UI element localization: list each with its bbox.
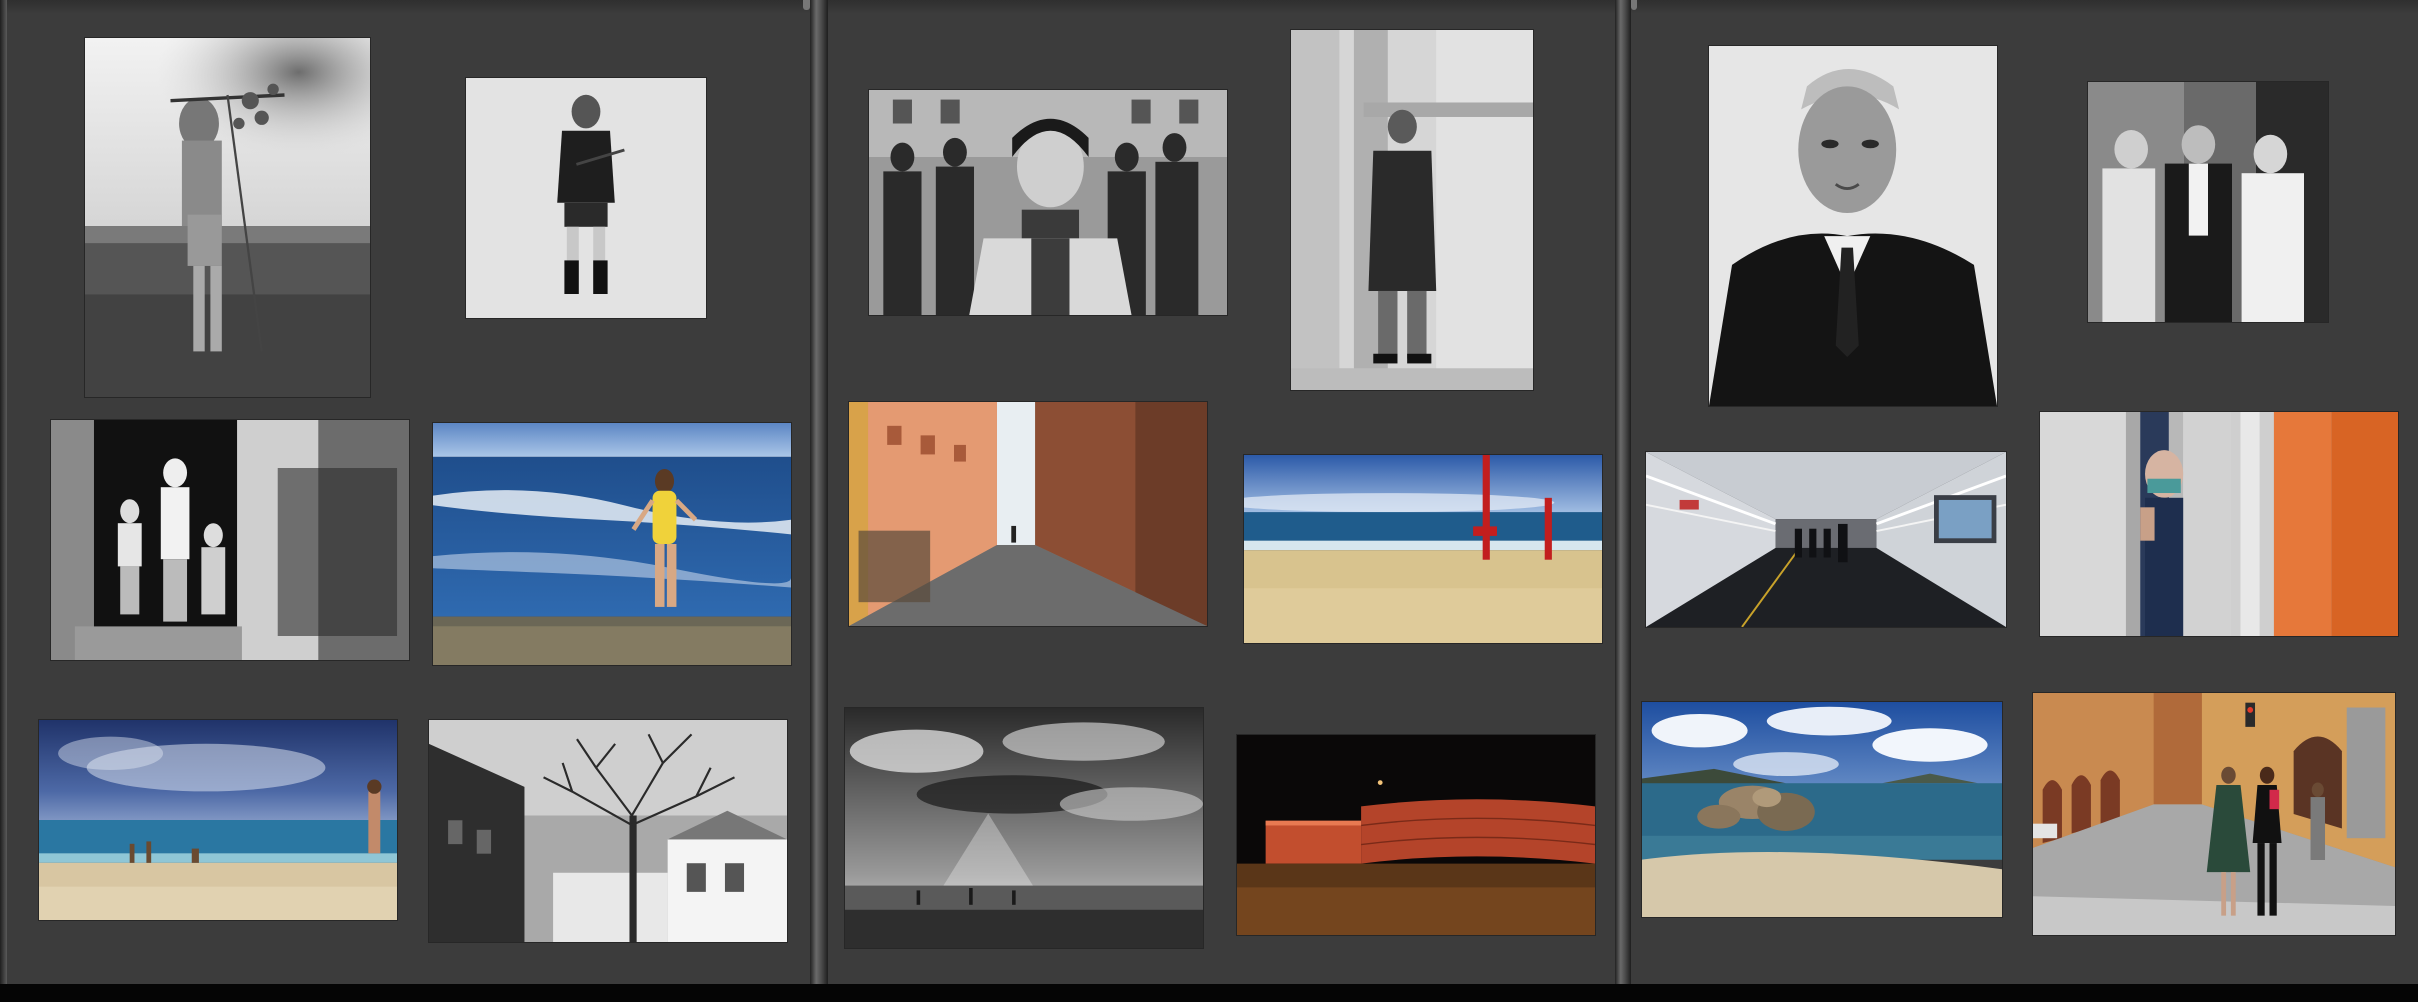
photo-three-elderly-men xyxy=(2088,82,2328,322)
photo-boy-against-column xyxy=(1291,30,1533,390)
photo-man-behind-door xyxy=(2040,412,2398,636)
panel-divider-1[interactable] xyxy=(810,0,828,984)
photo-thumbnail-bare-tree-and-houses[interactable] xyxy=(429,720,787,942)
photo-thumbnail-arcade-street-walkers[interactable] xyxy=(2033,693,2395,935)
photo-thumbnail-rocks-by-the-sea[interactable] xyxy=(1642,702,2002,917)
photo-thumbnail-boy-in-jacket[interactable] xyxy=(466,78,706,318)
photo-child-with-branch xyxy=(85,38,370,397)
photo-thumbnail-children-in-doorway[interactable] xyxy=(51,420,409,660)
photo-thumbnail-beach-under-clouds[interactable] xyxy=(39,720,397,920)
photo-girl-at-sea xyxy=(433,423,791,665)
photo-thumbnail-pedestrian-tunnel[interactable] xyxy=(1646,452,2006,627)
gallery-window xyxy=(0,0,2418,1002)
photo-arcade-street-walkers xyxy=(2033,693,2395,935)
photo-children-in-doorway xyxy=(51,420,409,660)
photo-thumbnail-child-with-branch[interactable] xyxy=(85,38,370,397)
photo-thumbnail-narrow-street[interactable] xyxy=(849,402,1207,626)
photo-youth-group-portrait xyxy=(869,90,1227,315)
photo-thumbnail-stormy-sky-over-sea[interactable] xyxy=(845,708,1203,948)
photo-narrow-street xyxy=(849,402,1207,626)
bottom-bar xyxy=(0,984,2418,1002)
photo-thumbnail-red-poles-on-beach[interactable] xyxy=(1244,455,1602,643)
photo-stormy-sky-over-sea xyxy=(845,708,1203,948)
photo-thumbnail-girl-at-sea[interactable] xyxy=(433,423,791,665)
photo-thumbnail-man-behind-door[interactable] xyxy=(2040,412,2398,636)
gallery-panel-1 xyxy=(7,0,810,984)
photo-brick-wall-at-night xyxy=(1237,735,1595,935)
photo-thumbnail-old-man-portrait[interactable] xyxy=(1709,46,1997,406)
left-edge xyxy=(0,0,7,984)
panel-divider-2[interactable] xyxy=(1615,0,1631,984)
photo-boy-in-jacket xyxy=(466,78,706,318)
photo-pedestrian-tunnel xyxy=(1646,452,2006,627)
photo-old-man-portrait xyxy=(1709,46,1997,406)
scroll-marker-left[interactable] xyxy=(1631,0,1637,10)
photo-bare-tree-and-houses xyxy=(429,720,787,942)
scroll-marker[interactable] xyxy=(803,0,810,10)
photo-beach-under-clouds xyxy=(39,720,397,920)
photo-thumbnail-boy-against-column[interactable] xyxy=(1291,30,1533,390)
photo-thumbnail-brick-wall-at-night[interactable] xyxy=(1237,735,1595,935)
photo-thumbnail-youth-group-portrait[interactable] xyxy=(869,90,1227,315)
photo-rocks-by-the-sea xyxy=(1642,702,2002,917)
photo-red-poles-on-beach xyxy=(1244,455,1602,643)
gallery-panel-3 xyxy=(1631,0,2418,984)
photo-thumbnail-three-elderly-men[interactable] xyxy=(2088,82,2328,322)
gallery-panel-2 xyxy=(828,0,1615,984)
